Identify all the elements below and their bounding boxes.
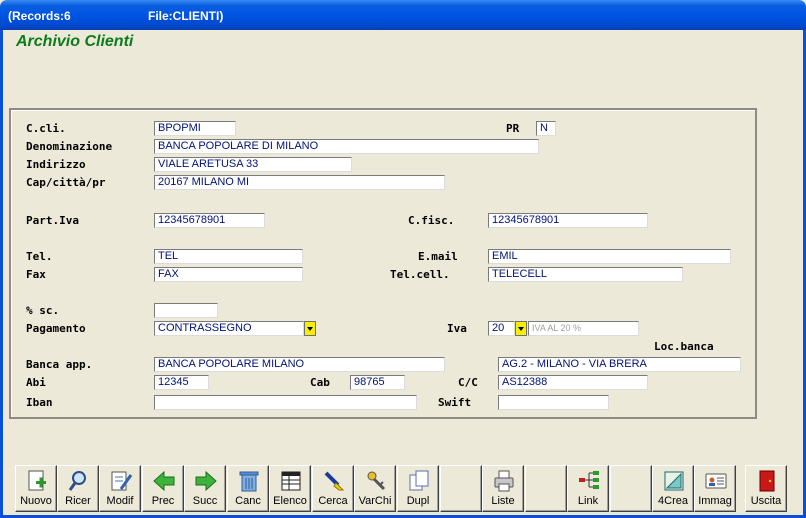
blank-button-1[interactable] — [440, 465, 482, 512]
id-card-icon — [705, 473, 727, 489]
pagamento-dropdown-button[interactable] — [304, 321, 316, 336]
link-button[interactable]: Link — [567, 465, 609, 512]
email-field[interactable]: EMIL — [488, 249, 731, 264]
telcell-label: Tel.cell. — [390, 268, 450, 281]
abi-label: Abi — [26, 376, 46, 389]
liste-label: Liste — [491, 495, 515, 507]
edit-document-icon — [111, 471, 133, 491]
tel-field[interactable]: TEL — [154, 249, 303, 264]
nuovo-button[interactable]: Nuovo — [15, 465, 57, 512]
iva-dropdown-button[interactable] — [515, 321, 527, 336]
prec-button[interactable]: Prec — [142, 465, 184, 512]
swift-label: Swift — [438, 396, 472, 409]
immag-button[interactable]: Immag — [694, 465, 736, 512]
new-document-icon — [28, 470, 46, 491]
indirizzo-label: Indirizzo — [26, 158, 86, 171]
immag-label: Immag — [698, 495, 732, 507]
telcell-field[interactable]: TELECELL — [488, 267, 683, 282]
magnifier-icon — [68, 471, 86, 491]
piva-label: Part.Iva — [26, 214, 79, 227]
prec-label: Prec — [151, 495, 175, 507]
fax-label: Fax — [26, 268, 46, 281]
link-label: Link — [577, 495, 599, 507]
cc-label: C/C — [458, 376, 478, 389]
ricer-button[interactable]: Ricer — [57, 465, 99, 512]
varchi-label: VarChi — [358, 495, 392, 507]
cc-field[interactable]: AS12388 — [498, 375, 648, 390]
pagamento-label: Pagamento — [26, 322, 86, 335]
indirizzo-field[interactable]: VIALE ARETUSA 33 — [154, 157, 352, 172]
table-icon — [281, 471, 301, 491]
crea4-button[interactable]: 4Crea — [652, 465, 694, 512]
tree-link-icon — [579, 471, 599, 489]
pagamento-select[interactable]: CONTRASSEGNO — [154, 321, 304, 336]
iva-label: Iva — [447, 322, 467, 335]
crea4-label: 4Crea — [658, 495, 688, 507]
dupl-label: Dupl — [406, 495, 430, 507]
locbanca-label: Loc.banca — [654, 340, 714, 353]
denominazione-label: Denominazione — [26, 140, 113, 153]
email-label: E.mail — [418, 250, 458, 263]
pr-label: PR — [506, 122, 520, 135]
ricer-label: Ricer — [65, 495, 91, 507]
canc-label: Canc — [235, 495, 261, 507]
tel-label: Tel. — [26, 250, 53, 263]
succ-button[interactable]: Succ — [184, 465, 226, 512]
elenco-label: Elenco — [273, 495, 307, 507]
sconto-field[interactable] — [154, 303, 218, 318]
blank-button-3[interactable] — [610, 465, 652, 512]
blank-button-2[interactable] — [525, 465, 567, 512]
duplicate-icon — [409, 470, 429, 491]
uscita-button[interactable]: Uscita — [745, 465, 787, 512]
abi-field[interactable]: 12345 — [154, 375, 209, 390]
banca-field[interactable]: BANCA POPOLARE MILANO — [154, 357, 445, 372]
varchi-button[interactable]: VarChi — [354, 465, 396, 512]
sconto-label: % sc. — [26, 304, 60, 317]
file-name: File:CLIENTI) — [148, 9, 224, 23]
modif-button[interactable]: Modif — [99, 465, 141, 512]
cerca-label: Cerca — [318, 495, 348, 507]
banca-label: Banca app. — [26, 358, 93, 371]
ruler-icon — [664, 471, 684, 491]
elenco-button[interactable]: Elenco — [269, 465, 311, 512]
arrow-right-icon — [195, 470, 217, 492]
canc-button[interactable]: Canc — [227, 465, 269, 512]
keys-icon — [367, 471, 386, 491]
cab-label: Cab — [310, 376, 330, 389]
cerca-button[interactable]: Cerca — [312, 465, 354, 512]
trash-icon — [239, 471, 259, 492]
locbanca-field[interactable]: AG.2 - MILANO - VIA BRERA — [498, 357, 741, 372]
arrow-left-icon — [153, 470, 175, 492]
cfisc-field[interactable]: 12345678901 — [488, 213, 648, 228]
title-bar: (Records:6 File:CLIENTI) — [0, 0, 806, 30]
printer-icon — [494, 470, 514, 492]
cfisc-label: C.fisc. — [408, 214, 455, 227]
cap-field[interactable]: 20167 MILANO MI — [154, 175, 445, 190]
fax-field[interactable]: FAX — [154, 267, 303, 282]
cap-label: Cap/città/pr — [26, 176, 106, 189]
cab-field[interactable]: 98765 — [350, 375, 405, 390]
dupl-button[interactable]: Dupl — [397, 465, 439, 512]
highlighter-icon — [324, 471, 345, 491]
piva-field[interactable]: 12345678901 — [154, 213, 265, 228]
modif-label: Modif — [106, 495, 134, 507]
records-count: (Records:6 — [8, 9, 71, 23]
nuovo-label: Nuovo — [20, 495, 52, 507]
iban-label: Iban — [26, 396, 53, 409]
iva-description: IVA AL 20 % — [528, 321, 639, 336]
iban-field[interactable] — [154, 395, 417, 410]
page-title: Archivio Clienti — [16, 33, 134, 50]
ccli-label: C.cli. — [26, 122, 66, 135]
swift-field[interactable] — [498, 395, 609, 410]
exit-door-icon — [759, 470, 775, 492]
pr-field[interactable]: N — [536, 121, 556, 136]
ccli-field[interactable]: BPOPMI — [154, 121, 236, 136]
denominazione-field[interactable]: BANCA POPOLARE DI MILANO — [154, 139, 539, 154]
uscita-label: Uscita — [750, 495, 782, 507]
succ-label: Succ — [192, 495, 218, 507]
liste-button[interactable]: Liste — [482, 465, 524, 512]
iva-select[interactable]: 20 — [488, 321, 515, 336]
